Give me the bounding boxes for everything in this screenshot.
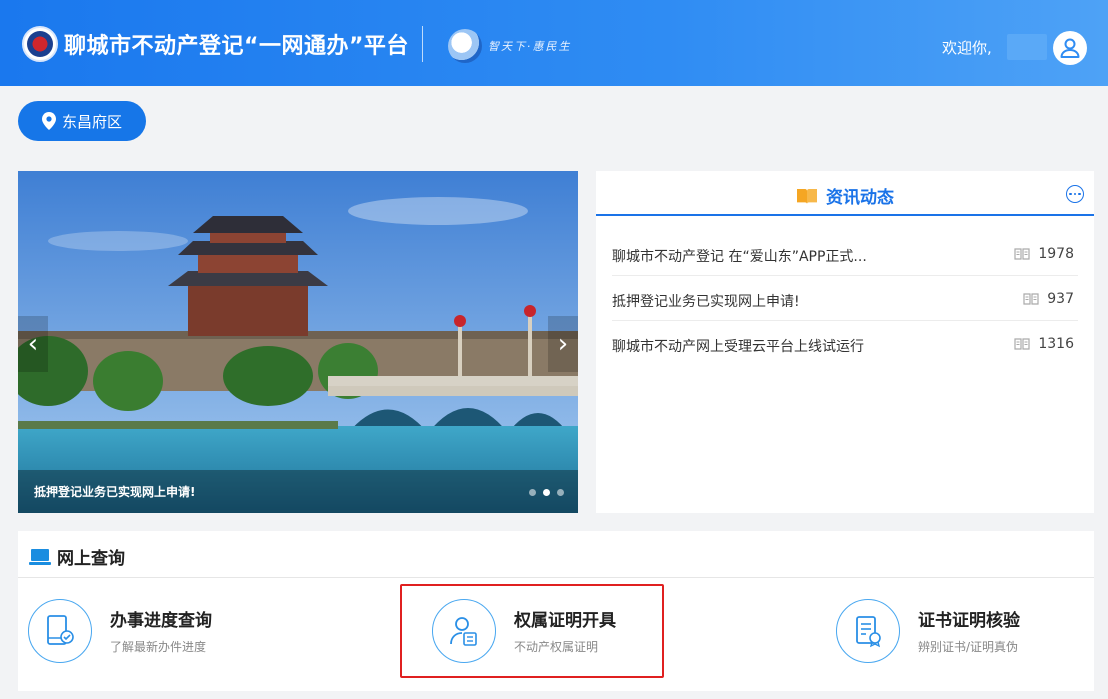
- emblem-logo: [22, 26, 58, 62]
- region-label: 东昌府区: [61, 112, 122, 131]
- book-icon: [1014, 248, 1030, 260]
- welcome-text: 欢迎你,: [942, 39, 992, 57]
- news-item[interactable]: 聊城市不动产登记 在“爱山东”APP正式... 1978: [612, 232, 1078, 276]
- query-title-label: 网上查询: [57, 549, 125, 569]
- phone-check-icon: [28, 599, 92, 663]
- book-icon: [1023, 293, 1039, 305]
- user-avatar-icon[interactable]: [1053, 31, 1087, 65]
- news-item-views: 1316: [1014, 336, 1074, 352]
- slogan-logo: 智天下·惠民生: [448, 26, 572, 66]
- news-panel: 资讯动态 聊城市不动产登记 在“爱山东”APP正式... 1978 抵押登记业务…: [596, 171, 1094, 513]
- service-name: 证书证明核验: [918, 611, 1020, 631]
- top-header: 聊城市不动产登记“一网通办”平台 智天下·惠民生 欢迎你,: [0, 0, 1108, 86]
- carousel-caption-bar: 抵押登记业务已实现网上申请!: [18, 470, 578, 513]
- service-certificate-verify[interactable]: 证书证明核验 辨别证书/证明真伪: [836, 586, 1086, 686]
- service-ownership-certificate[interactable]: 权属证明开具 不动产权属证明: [432, 586, 682, 686]
- news-item-views: 1978: [1014, 246, 1074, 262]
- news-item[interactable]: 聊城市不动产网上受理云平台上线试运行 1316: [612, 322, 1078, 366]
- news-item[interactable]: 抵押登记业务已实现网上申请! 937: [612, 277, 1078, 321]
- certificate-verify-icon: [836, 599, 900, 663]
- carousel-dot-1[interactable]: [529, 489, 536, 496]
- location-pin-icon: [41, 112, 56, 130]
- news-title: 资讯动态: [796, 183, 894, 208]
- region-selector-button[interactable]: 东昌府区: [18, 101, 146, 141]
- news-item-title: 聊城市不动产登记 在“爱山东”APP正式...: [612, 249, 867, 265]
- header-divider: [422, 26, 423, 62]
- carousel-next-button[interactable]: ›: [548, 316, 578, 372]
- news-item-title: 聊城市不动产网上受理云平台上线试运行: [612, 339, 864, 355]
- username-redacted: [1007, 34, 1047, 60]
- service-desc: 辨别证书/证明真伪: [918, 640, 1019, 654]
- service-progress-query[interactable]: 办事进度查询 了解最新办件进度: [28, 586, 278, 686]
- slogan-text: 智天下·惠民生: [488, 40, 572, 53]
- service-desc: 了解最新办件进度: [110, 640, 207, 654]
- news-title-label: 资讯动态: [826, 188, 894, 208]
- carousel-dot-3[interactable]: [557, 489, 564, 496]
- carousel-prev-button[interactable]: ‹: [18, 316, 48, 372]
- online-query-panel: 网上查询 办事进度查询 了解最新办件进度 权属证明开具 不动产权属证明 证书证明…: [18, 531, 1094, 691]
- news-item-view-count: 1978: [1038, 246, 1074, 262]
- chevron-left-icon: ‹: [27, 329, 39, 359]
- news-item-view-count: 937: [1047, 291, 1074, 307]
- service-name: 权属证明开具: [514, 611, 616, 631]
- news-header: 资讯动态: [596, 171, 1094, 216]
- news-item-title: 抵押登记业务已实现网上申请!: [612, 294, 800, 310]
- person-document-icon: [432, 599, 496, 663]
- query-title: 网上查询: [29, 544, 125, 569]
- news-item-views: 937: [1023, 291, 1074, 307]
- open-book-icon: [797, 188, 817, 204]
- banner-carousel[interactable]: [18, 171, 578, 513]
- carousel-dots: [529, 489, 564, 496]
- news-item-view-count: 1316: [1038, 336, 1074, 352]
- slogan-swirl-icon: [448, 29, 482, 63]
- query-header: 网上查询: [18, 531, 1094, 578]
- site-title: 聊城市不动产登记“一网通办”平台: [64, 34, 409, 59]
- laptop-icon: [29, 548, 51, 565]
- carousel-dot-2[interactable]: [543, 489, 550, 496]
- book-icon: [1014, 338, 1030, 350]
- carousel-caption[interactable]: 抵押登记业务已实现网上申请!: [34, 483, 195, 500]
- banner-image-city-gate: [18, 171, 578, 513]
- service-name: 办事进度查询: [110, 611, 212, 631]
- chevron-right-icon: ›: [557, 329, 569, 359]
- more-options-icon[interactable]: [1066, 185, 1084, 203]
- service-desc: 不动产权属证明: [514, 640, 599, 654]
